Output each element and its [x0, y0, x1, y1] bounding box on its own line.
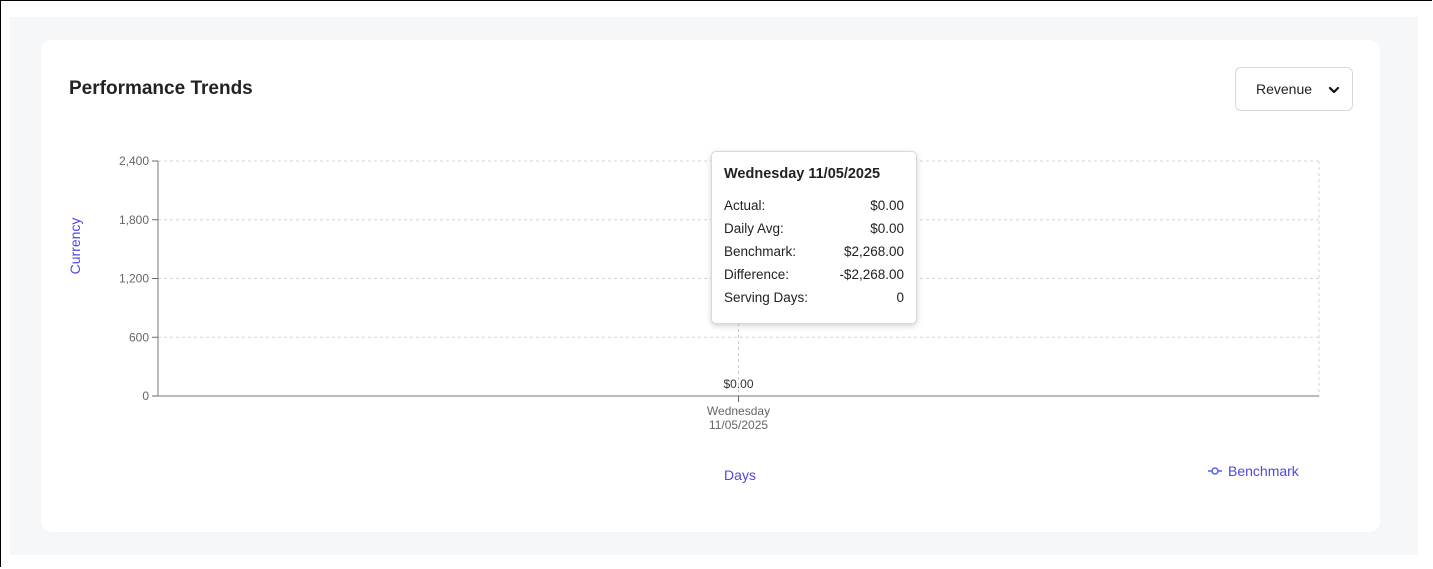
tooltip-row-benchmark: Benchmark: $2,268.00: [724, 240, 904, 263]
legend[interactable]: Benchmark: [1208, 463, 1300, 479]
window-frame: Performance Trends Revenue 0 600 1,200 1,80…: [0, 0, 1432, 567]
chart-tooltip: Wednesday 11/05/2025 Actual: $0.00 Daily…: [711, 151, 917, 324]
tooltip-row-daily-avg: Daily Avg: $0.00: [724, 217, 904, 240]
tooltip-value: 0: [896, 290, 904, 305]
data-label: $0.00: [723, 377, 753, 391]
tooltip-value: -$2,268.00: [839, 267, 904, 282]
chart-labels: 0 600 1,200 1,800 2,400 Wednesday 11/05/2025 $0…: [119, 154, 770, 432]
tooltip-row-difference: Difference: -$2,268.00: [724, 263, 904, 286]
tooltip-title: Wednesday 11/05/2025: [724, 166, 881, 182]
x-axis-title: Days: [724, 467, 756, 483]
tooltip-label: Actual:: [724, 198, 766, 213]
y-axis-title: Currency: [67, 218, 83, 275]
legend-benchmark-icon: [1208, 467, 1222, 475]
y-tick-label: 2,400: [119, 154, 149, 168]
tooltip-value: $0.00: [870, 221, 904, 236]
y-tick-label: 1,200: [119, 272, 149, 286]
tooltip-value: $2,268.00: [843, 244, 904, 259]
x-tick-label-line: Wednesday: [707, 404, 770, 418]
x-tick-label: Wednesday 11/05/2025: [707, 404, 770, 432]
tooltip-label: Benchmark:: [724, 244, 797, 259]
y-tick-label: 0: [142, 389, 149, 403]
tooltip-value: $0.00: [870, 198, 904, 213]
tooltip-row-serving-days: Serving Days: 0: [724, 286, 904, 309]
tooltip-label: Serving Days:: [724, 290, 809, 305]
x-tick-label-line: 11/05/2025: [709, 418, 768, 432]
y-tick-label: 600: [129, 330, 149, 344]
tooltip-label: Daily Avg:: [724, 221, 784, 236]
tooltip-row-actual: Actual: $0.00: [724, 194, 904, 217]
tooltip-label: Difference:: [724, 267, 790, 282]
legend-benchmark-label: Benchmark: [1228, 463, 1300, 479]
y-tick-label: 1,800: [119, 213, 149, 227]
